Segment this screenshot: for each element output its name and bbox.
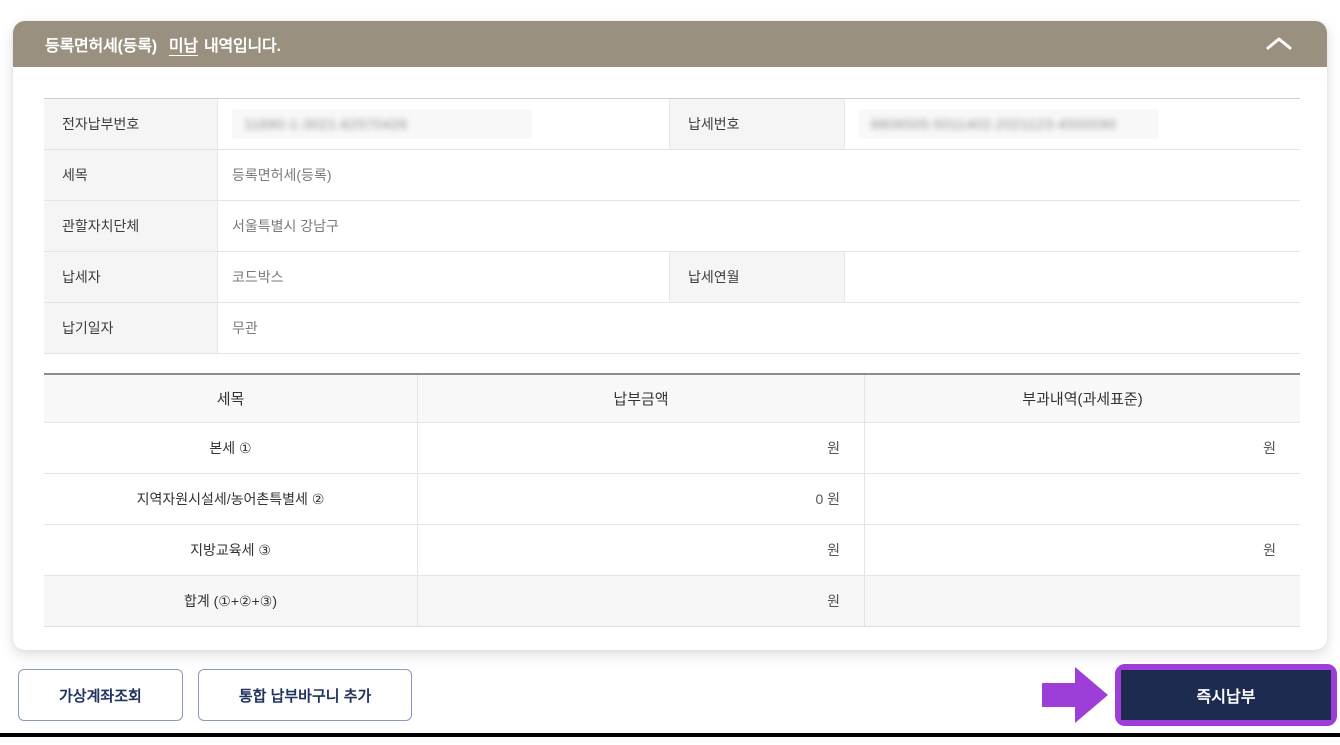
taxpayer-label: 납세자 — [44, 252, 218, 302]
panel-body: 전자납부번호 11680-1-3021-62570426 납세번호 680650… — [13, 67, 1327, 627]
table-row: 납기일자 무관 — [44, 303, 1300, 354]
chevron-up-icon — [1263, 35, 1295, 54]
add-to-payment-cart-button[interactable]: 통합 납부바구니 추가 — [197, 669, 413, 721]
table-row: 세목 등록면허세(등록) — [44, 150, 1300, 201]
pay-now-group: 즉시납부 — [1042, 664, 1337, 726]
pay-button-highlight-box: 즉시납부 — [1115, 664, 1337, 726]
column-header-amount: 납부금액 — [418, 375, 865, 422]
panel-title: 등록면허세(등록) 미납 내역입니다. — [45, 32, 281, 56]
arrow-shaft — [1042, 683, 1075, 707]
district-label: 관할자치단체 — [44, 201, 218, 251]
tax-item-value: 등록면허세(등록) — [232, 167, 332, 183]
table-header-row: 세목 납부금액 부과내역(과세표준) — [44, 375, 1300, 423]
row-item: 합계 (①+②+③) — [44, 576, 418, 626]
section-divider — [0, 733, 1340, 737]
highlight-arrow-icon — [1042, 667, 1108, 723]
row-base: 원 — [1263, 542, 1276, 558]
table-total-row: 합계 (①+②+③) 원 — [44, 576, 1300, 626]
tax-type-title: 등록면허세(등록) — [45, 38, 157, 55]
table-row: 본세 ① 원 원 — [44, 423, 1300, 474]
epay-number-value: 11680-1-3021-62570426 — [218, 99, 670, 149]
row-item: 지방교육세 ③ — [44, 525, 418, 575]
row-amount: 0 원 — [418, 474, 865, 524]
table-row: 관할자치단체 서울특별시 강남구 — [44, 201, 1300, 252]
tax-number-label: 납세번호 — [670, 99, 845, 149]
panel-title-suffix: 내역입니다. — [203, 38, 281, 55]
table-row: 납세자 코드박스 납세연월 — [44, 252, 1300, 303]
row-item: 지역자원시설세/농어촌특별세 ② — [44, 474, 418, 524]
district-value: 서울특별시 강남구 — [232, 218, 339, 234]
column-header-item: 세목 — [44, 375, 418, 422]
tax-number-value: 6806505-5011402-2021123-4500090 — [845, 99, 1300, 149]
tax-item-label: 세목 — [44, 150, 218, 200]
pay-now-button[interactable]: 즉시납부 — [1121, 670, 1331, 720]
tax-yearmonth-value — [845, 252, 1300, 302]
taxpayer-value: 코드박스 — [218, 252, 670, 302]
table-row: 전자납부번호 11680-1-3021-62570426 납세번호 680650… — [44, 99, 1300, 150]
amount-table: 세목 납부금액 부과내역(과세표준) 본세 ① 원 원 지역자원시설세/농어촌특… — [44, 373, 1300, 627]
row-base — [865, 474, 1300, 524]
unpaid-status-label: 미납 — [168, 38, 198, 55]
redacted-tax-number: 6806505-5011402-2021123-4500090 — [859, 109, 1159, 139]
row-item: 본세 ① — [44, 423, 418, 473]
row-amount: 원 — [418, 576, 865, 626]
action-bar: 가상계좌조회 통합 납부바구니 추가 즉시납부 — [0, 662, 1340, 728]
tax-info-table: 전자납부번호 11680-1-3021-62570426 납세번호 680650… — [44, 98, 1300, 354]
tax-yearmonth-label: 납세연월 — [670, 252, 845, 302]
column-header-base: 부과내역(과세표준) — [865, 375, 1300, 422]
arrow-head — [1075, 667, 1108, 723]
virtual-account-button[interactable]: 가상계좌조회 — [18, 669, 183, 721]
epay-number-label: 전자납부번호 — [44, 99, 218, 149]
due-date-label: 납기일자 — [44, 303, 218, 353]
table-row: 지역자원시설세/농어촌특별세 ② 0 원 — [44, 474, 1300, 525]
row-base — [865, 576, 1300, 626]
collapse-button[interactable] — [1259, 31, 1299, 58]
redacted-epay-number: 11680-1-3021-62570426 — [232, 109, 532, 139]
due-date-value: 무관 — [232, 320, 258, 336]
row-amount: 원 — [418, 525, 865, 575]
table-row: 지방교육세 ③ 원 원 — [44, 525, 1300, 576]
panel-header: 등록면허세(등록) 미납 내역입니다. — [13, 21, 1327, 67]
row-base: 원 — [1263, 440, 1276, 456]
tax-detail-panel: 등록면허세(등록) 미납 내역입니다. 전자납부번호 11680-1-3021-62… — [13, 21, 1327, 650]
row-amount: 원 — [418, 423, 865, 473]
